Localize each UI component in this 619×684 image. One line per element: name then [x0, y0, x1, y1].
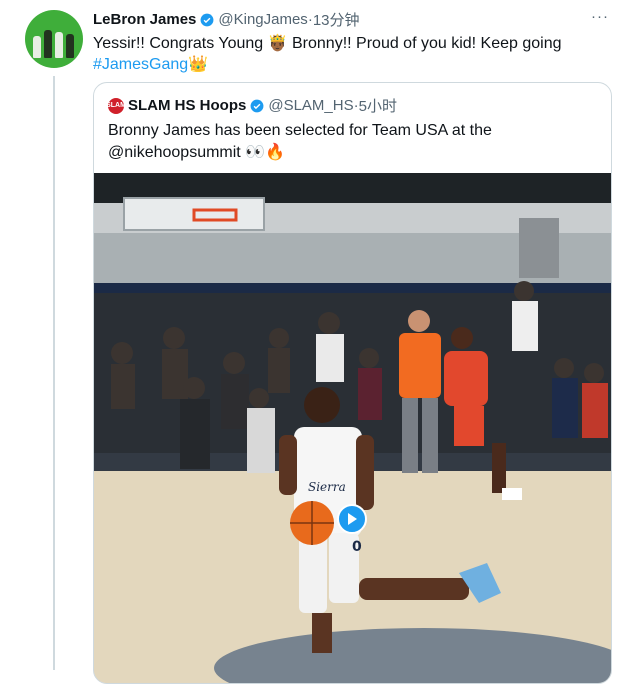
- jersey-number: 0: [352, 539, 362, 555]
- quoted-text-line: Bronny James has been selected for Team …: [108, 122, 492, 139]
- quoted-author-handle[interactable]: @SLAM_HS: [268, 97, 353, 114]
- quoted-author-name[interactable]: SLAM HS Hoops: [128, 97, 246, 114]
- thread-line: [53, 76, 55, 670]
- tweet-header: LeBron James @KingJames · 13分钟: [93, 9, 360, 30]
- verified-badge-icon: [250, 99, 264, 112]
- quoted-tweet-header: SLAM SLAM HS Hoops @SLAM_HS · 5小时: [106, 95, 397, 116]
- hashtag-link[interactable]: #JamesGang: [93, 56, 188, 73]
- quoted-text-line: @nikehoopsummit 👀🔥: [108, 144, 286, 161]
- jersey-text: Sierra: [308, 480, 346, 494]
- author-handle[interactable]: @KingJames: [218, 11, 307, 28]
- tweet-time[interactable]: 13分钟: [313, 9, 360, 30]
- quoted-tweet-time[interactable]: 5小时: [359, 95, 397, 116]
- tweet-text: Yessir!! Congrats Young 🤴🏾 Bronny!! Prou…: [93, 33, 593, 75]
- quoted-tweet-text: Bronny James has been selected for Team …: [108, 120, 578, 164]
- author-name[interactable]: LeBron James: [93, 11, 196, 28]
- video-thumbnail: Sierra 0: [94, 173, 611, 683]
- quoted-tweet[interactable]: SLAM SLAM HS Hoops @SLAM_HS · 5小时 Bronny…: [93, 82, 612, 684]
- play-icon[interactable]: [337, 504, 367, 534]
- crown-emoji: 👑: [188, 56, 209, 73]
- more-icon[interactable]: ···: [591, 8, 609, 25]
- video-player[interactable]: Sierra 0: [94, 173, 611, 683]
- verified-badge-icon: [200, 13, 214, 26]
- tweet-text-line: Yessir!! Congrats Young 🤴🏾 Bronny!! Prou…: [93, 35, 562, 52]
- author-avatar[interactable]: [25, 10, 83, 68]
- slam-avatar: SLAM: [106, 97, 126, 114]
